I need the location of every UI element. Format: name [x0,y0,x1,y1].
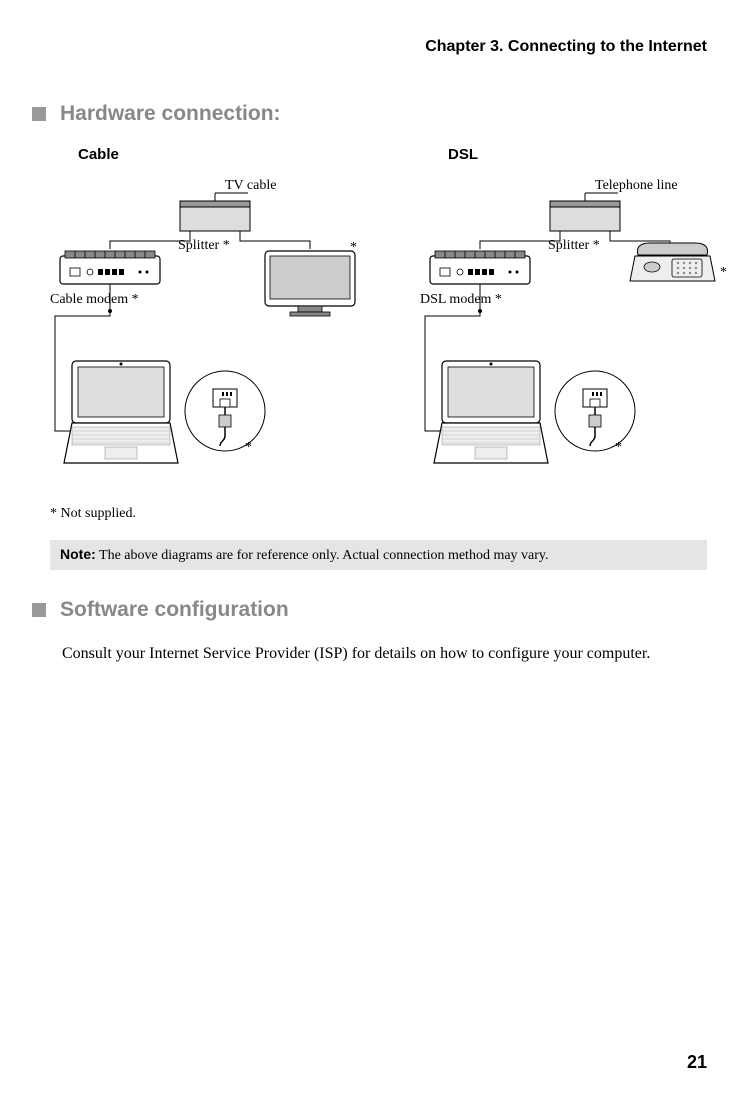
dsl-diagram: DSL Telephone line Splitter * [420,146,730,496]
software-section: Software configuration Consult your Inte… [32,598,707,666]
modem-label: Cable modem * [50,292,139,307]
laptop-icon [64,361,178,463]
software-heading: Software configuration [32,598,707,622]
not-supplied-note: * Not supplied. [50,506,707,522]
cable-diagram: Cable TV cable Splitter * [50,146,360,496]
dsl-modem-label: DSL modem * [420,292,502,307]
bullet-icon [32,603,46,617]
note-label: Note: [60,546,96,562]
phone-asterisk: * [720,265,727,280]
dsl-splitter-label: Splitter * [548,238,600,253]
ethernet-zoom-icon [555,371,635,451]
page-number: 21 [687,1052,707,1073]
monitor-asterisk: * [350,240,357,255]
monitor-icon [265,251,355,316]
laptop-icon [434,361,548,463]
splitter-label: Splitter * [178,238,230,253]
software-title: Software configuration [60,598,289,622]
ethernet-zoom-icon [185,371,265,451]
software-body: Consult your Internet Service Provider (… [62,642,707,666]
dsl-diagram-svg: Telephone line Splitter * [420,171,730,491]
hardware-section: Hardware connection: Cable TV cable Spli… [32,102,707,570]
ethernet-asterisk: * [245,440,252,455]
cable-title: Cable [78,146,360,163]
splitter-icon [550,193,620,231]
modem-icon [430,251,530,284]
dsl-source-label: Telephone line [595,178,678,193]
hardware-heading: Hardware connection: [32,102,707,126]
diagrams-row: Cable TV cable Splitter * [50,146,707,496]
cable-source-label: TV cable [225,178,276,193]
splitter-icon [180,193,250,231]
dsl-title: DSL [448,146,730,163]
bullet-icon [32,107,46,121]
chapter-header: Chapter 3. Connecting to the Internet [32,38,707,56]
note-text: The above diagrams are for reference onl… [99,548,549,563]
note-box: Note: The above diagrams are for referen… [50,540,707,570]
dsl-ethernet-asterisk: * [615,440,622,455]
hardware-title: Hardware connection: [60,102,281,126]
cable-diagram-svg: TV cable Splitter * [50,171,360,491]
modem-icon [60,251,160,284]
telephone-icon [630,243,715,281]
